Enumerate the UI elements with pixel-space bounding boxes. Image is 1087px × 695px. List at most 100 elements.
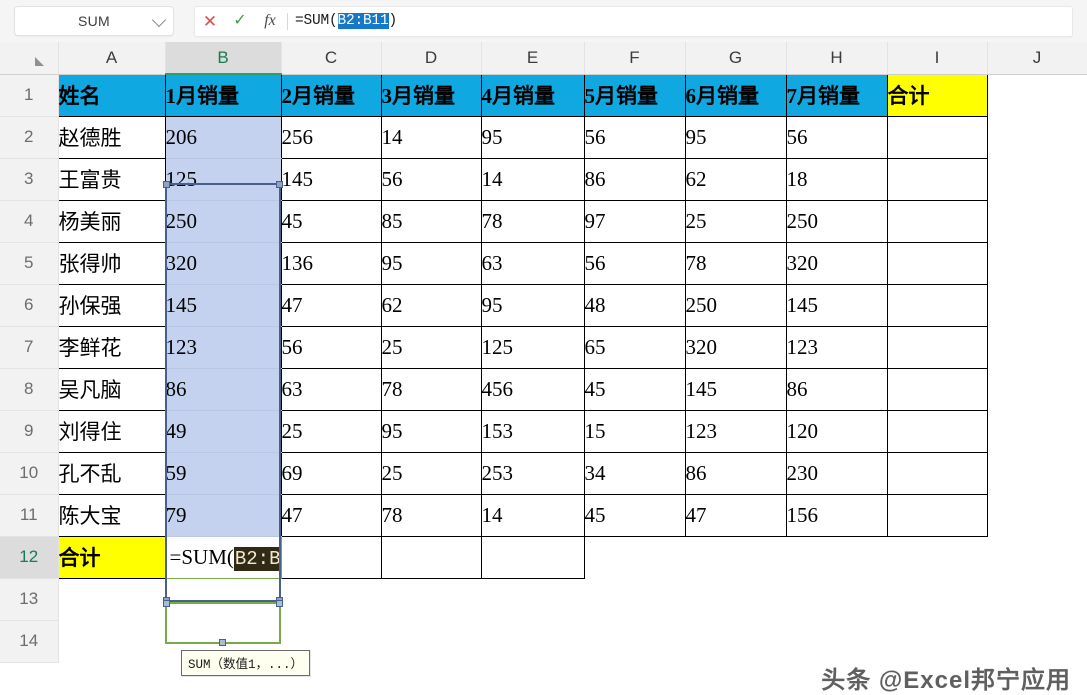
cell-g12[interactable]	[685, 536, 786, 578]
cell-f4[interactable]: 97	[583, 199, 686, 243]
cell-c5[interactable]: 136	[280, 241, 382, 285]
cell-c12[interactable]	[280, 535, 382, 579]
cell-i3[interactable]	[886, 157, 988, 201]
cell-b11[interactable]: 79	[164, 493, 282, 537]
cell-g9[interactable]: 123	[684, 409, 787, 453]
cell-g3[interactable]: 62	[684, 157, 787, 201]
cell-b10[interactable]: 59	[164, 451, 282, 495]
cell-a14[interactable]	[58, 620, 165, 662]
column-header-b[interactable]: B	[165, 42, 282, 75]
cell-i8[interactable]	[886, 367, 988, 411]
row-header-13[interactable]: 13	[0, 578, 59, 621]
column-header-f[interactable]: F	[584, 42, 686, 75]
cell-a8[interactable]: 吴凡脑	[57, 367, 166, 411]
formula-input-zone[interactable]: ✕ ✓ fx =SUM(B2:B11)	[194, 5, 1073, 37]
cell-c6[interactable]: 47	[280, 283, 382, 327]
row-header-2[interactable]: 2	[0, 116, 59, 159]
column-header-g[interactable]: G	[685, 42, 787, 75]
cell-g13[interactable]	[685, 578, 786, 620]
column-header-e[interactable]: E	[481, 42, 585, 75]
cell-i6[interactable]	[886, 283, 988, 327]
cell-b13[interactable]	[165, 578, 281, 620]
row-header-12[interactable]: 12	[0, 536, 59, 579]
row-header-14[interactable]: 14	[0, 620, 59, 663]
cell-h13[interactable]	[786, 578, 887, 620]
cell-g8[interactable]: 145	[684, 367, 787, 411]
cell-d10[interactable]: 25	[380, 451, 482, 495]
cell-j13[interactable]	[987, 578, 1087, 620]
cell-j8[interactable]	[987, 368, 1087, 410]
cell-a2[interactable]: 赵德胜	[57, 115, 166, 159]
cell-e4[interactable]: 78	[480, 199, 585, 243]
cell-h4[interactable]: 250	[785, 199, 888, 243]
cell-c7[interactable]: 56	[280, 325, 382, 369]
cell-g4[interactable]: 25	[684, 199, 787, 243]
cell-f6[interactable]: 48	[583, 283, 686, 327]
cell-e3[interactable]: 14	[480, 157, 585, 201]
cell-e14[interactable]	[481, 620, 584, 662]
cell-j10[interactable]	[987, 452, 1087, 494]
cell-e7[interactable]: 125	[480, 325, 585, 369]
cell-f11[interactable]: 45	[583, 493, 686, 537]
cell-i11[interactable]	[886, 493, 988, 537]
column-header-h[interactable]: H	[786, 42, 888, 75]
cell-c8[interactable]: 63	[280, 367, 382, 411]
cell-b5[interactable]: 320	[164, 241, 282, 285]
name-box[interactable]: SUM	[14, 6, 174, 36]
cell-a4[interactable]: 杨美丽	[57, 199, 166, 243]
cell-h11[interactable]: 156	[785, 493, 888, 537]
cell-h9[interactable]: 120	[785, 409, 888, 453]
cell-b6[interactable]: 145	[164, 283, 282, 327]
row-header-7[interactable]: 7	[0, 326, 59, 369]
accept-formula-icon[interactable]: ✓	[225, 13, 255, 29]
cell-e2[interactable]: 95	[480, 115, 585, 159]
cell-g10[interactable]: 86	[684, 451, 787, 495]
cell-d12[interactable]	[380, 535, 482, 579]
cell-c13[interactable]	[281, 578, 381, 620]
row-header-11[interactable]: 11	[0, 494, 59, 537]
row-header-9[interactable]: 9	[0, 410, 59, 453]
cell-d8[interactable]: 78	[380, 367, 482, 411]
insert-function-icon[interactable]: fx	[255, 13, 285, 29]
column-header-a[interactable]: A	[58, 42, 166, 75]
cell-b9[interactable]: 49	[164, 409, 282, 453]
cell-d7[interactable]: 25	[380, 325, 482, 369]
cell-g5[interactable]: 78	[684, 241, 787, 285]
cell-b2[interactable]: 206	[164, 115, 282, 159]
cell-a7[interactable]: 李鲜花	[57, 325, 166, 369]
cell-f13[interactable]	[584, 578, 685, 620]
cell-d1[interactable]: 3月销量	[380, 73, 482, 117]
cell-f3[interactable]: 86	[583, 157, 686, 201]
cell-j5[interactable]	[987, 242, 1087, 284]
row-header-5[interactable]: 5	[0, 242, 59, 285]
cell-a12[interactable]: 合计	[57, 535, 166, 579]
row-header-8[interactable]: 8	[0, 368, 59, 411]
cell-j2[interactable]	[987, 116, 1087, 158]
cancel-formula-icon[interactable]: ✕	[195, 13, 225, 30]
cell-d13[interactable]	[381, 578, 481, 620]
cell-h7[interactable]: 123	[785, 325, 888, 369]
cell-e10[interactable]: 253	[480, 451, 585, 495]
cell-d2[interactable]: 14	[380, 115, 482, 159]
cell-h3[interactable]: 18	[785, 157, 888, 201]
cell-a11[interactable]: 陈大宝	[57, 493, 166, 537]
spreadsheet-grid[interactable]: A B C D E F G H I J 1 姓名 1月销量 2月销量 3月销量 …	[0, 42, 1087, 694]
cell-f9[interactable]: 15	[583, 409, 686, 453]
cell-b4[interactable]: 250	[164, 199, 282, 243]
cell-a5[interactable]: 张得帅	[57, 241, 166, 285]
cell-d4[interactable]: 85	[380, 199, 482, 243]
cell-f1[interactable]: 5月销量	[583, 73, 686, 117]
cell-c3[interactable]: 145	[280, 157, 382, 201]
cell-a9[interactable]: 刘得住	[57, 409, 166, 453]
row-header-4[interactable]: 4	[0, 200, 59, 243]
cell-h14[interactable]	[786, 620, 887, 662]
cell-j7[interactable]	[987, 326, 1087, 368]
cell-j1[interactable]	[987, 74, 1087, 116]
cell-i9[interactable]	[886, 409, 988, 453]
column-header-i[interactable]: I	[887, 42, 988, 75]
cell-j9[interactable]	[987, 410, 1087, 452]
cell-a10[interactable]: 孔不乱	[57, 451, 166, 495]
row-header-3[interactable]: 3	[0, 158, 59, 201]
cell-a1[interactable]: 姓名	[57, 73, 166, 117]
cell-f14[interactable]	[584, 620, 685, 662]
